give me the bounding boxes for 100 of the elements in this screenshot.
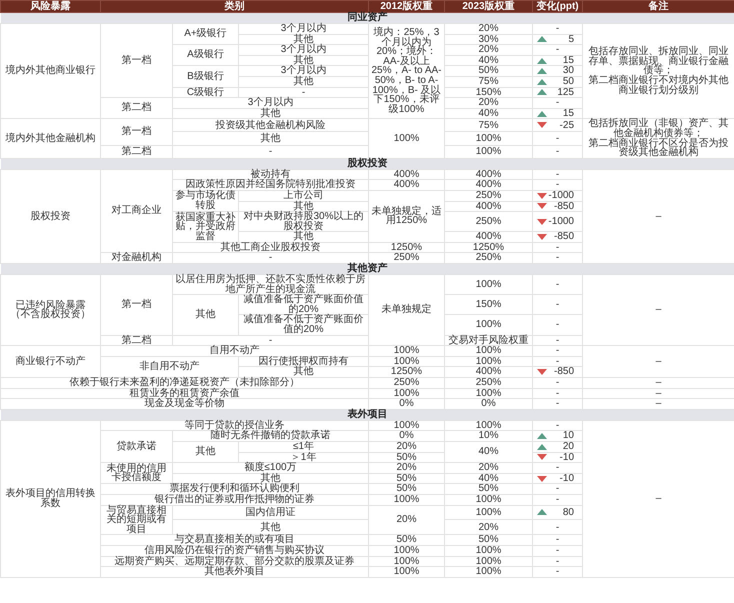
table-cell: 对工商企业 — [100, 169, 172, 253]
table-cell: 1250% — [368, 242, 444, 253]
table-cell: 表外项目的信用转换系数 — [0, 420, 100, 578]
table-cell: 自用不动产 — [100, 346, 368, 356]
change-value: -1000 — [548, 216, 574, 226]
table-cell: 100% — [368, 118, 444, 158]
table-cell: 20% — [444, 24, 532, 34]
cell-text: 第二档商业银行不区分是否为投资级其他金融机构 — [588, 138, 730, 158]
table-cell: - — [532, 169, 582, 180]
table-cell: 贷款承诺 — [100, 430, 172, 463]
table-cell: 150% — [444, 294, 532, 315]
table-cell: 100% — [368, 556, 444, 567]
table-cell: 境内外其他金融机构 — [0, 118, 100, 158]
table-cell: A级银行 — [172, 44, 238, 66]
table-cell: 因政策性原因并经国务院特别批准投资 — [172, 180, 368, 190]
table-cell: 非自用不动产 — [100, 356, 238, 378]
table-cell: 100% — [444, 314, 532, 336]
cell-text: 第二档商业银行不对境内外其他商业银行划分级别 — [588, 76, 730, 96]
table-cell: A+级银行 — [172, 24, 238, 45]
change-value: -10 — [560, 452, 574, 462]
table-cell: 减值准备不低于资产账面价值的20% — [238, 314, 368, 336]
column-header: 2012版权重 — [368, 0, 444, 12]
table-cell: 250% — [444, 212, 532, 232]
change-value: -10 — [560, 474, 574, 484]
table-cell: 其他 — [238, 55, 368, 66]
table-cell: 与贸易直接相关的短期或有项目 — [100, 505, 172, 535]
table-cell: 未单独规定 — [368, 274, 444, 346]
table-cell: 被动持有 — [172, 169, 368, 180]
section-title: 股权投资 — [0, 158, 734, 170]
section-title: 同业资产 — [0, 12, 734, 24]
change-value: 15 — [562, 108, 574, 118]
table-cell: 第二档 — [100, 98, 172, 119]
table-cell: - — [532, 274, 582, 295]
table-cell: 50% — [444, 534, 532, 546]
table-cell: 第一档 — [100, 24, 172, 98]
cell-text: （不含股权投资） — [10, 310, 92, 320]
table-cell: 票据发行便利和循环认购便利 — [100, 484, 368, 494]
table-cell: 20% — [444, 520, 532, 535]
table-cell: 400% — [444, 366, 532, 378]
table-cell: 其他 — [172, 132, 368, 146]
table-cell: 100% — [444, 346, 532, 356]
down-triangle-icon — [537, 121, 547, 130]
table-cell: 100% — [368, 566, 444, 578]
table-cell: 1250% — [444, 242, 532, 253]
up-triangle-icon — [537, 110, 547, 118]
table-cell: – — [582, 274, 734, 346]
table-cell: 与交易直接相关的或有项目 — [100, 534, 368, 546]
table-cell: 100% — [444, 356, 532, 367]
cell-text: 包括存放同业、拆放同业、同业存单、票据贴现、商业银行金融债等； — [588, 47, 730, 76]
section-title: 其他资产 — [0, 264, 734, 275]
table-cell: 40% — [444, 108, 532, 119]
table-cell: 20% — [444, 462, 532, 474]
table-cell: 40% — [444, 55, 532, 66]
column-header: 类别 — [100, 0, 368, 12]
table-cell: 100% — [444, 505, 532, 520]
table-cell: 其他 — [238, 232, 368, 242]
change-value: 30 — [562, 66, 574, 76]
table-cell: 50% — [368, 473, 444, 484]
table-cell: 100% — [368, 545, 444, 556]
table-cell: 75% — [444, 76, 532, 88]
change-value: 5 — [568, 34, 574, 44]
table-cell: 20% — [368, 505, 444, 535]
table-cell: 其他 — [238, 366, 368, 378]
table-cell: C级银行 — [172, 87, 238, 98]
table-cell: - — [532, 346, 582, 356]
table-cell: 境内：25%，3个月以内为20%；境外：AA-及以上25%，A- to AA-50%，B- to A-100%，B- 及以下150%，未评级100% — [368, 24, 444, 119]
table-cell: 20% — [444, 44, 532, 56]
table-cell: 因行使抵押权而持有 — [238, 356, 368, 367]
change-value: -25 — [560, 120, 574, 130]
change-value: -1000 — [548, 190, 574, 200]
table-cell: 100% — [444, 388, 532, 399]
table-cell: 50% — [444, 484, 532, 494]
table-cell: 其他 — [172, 520, 368, 535]
up-triangle-icon — [537, 35, 547, 44]
table-cell: 现金及现金等价物 — [0, 398, 368, 410]
table-cell: 依赖于银行未来盈利的净递延税资产（未扣除部分） — [0, 378, 368, 388]
table-cell: ＞1年 — [238, 452, 368, 463]
section-title: 表外项目 — [0, 409, 734, 420]
table-cell: 1250% — [368, 366, 444, 378]
table-cell: 50% — [368, 452, 444, 463]
change-value: 15 — [562, 56, 574, 66]
table-cell: 3个月以内 — [238, 66, 368, 76]
table-cell: 100% — [444, 566, 532, 578]
table-cell: 股权投资 — [0, 169, 100, 264]
change-value: -850 — [554, 232, 574, 242]
table-cell: 50% — [368, 534, 444, 546]
table-cell: 以居住用房为抵押、还款不实质性依赖于房地产所产生的现金流 — [172, 274, 368, 295]
table-cell: - — [532, 24, 582, 34]
table-cell: - — [532, 378, 582, 388]
table-cell: 250% — [444, 378, 532, 388]
table-cell: 3个月以内 — [238, 24, 368, 34]
table-cell: 100% — [368, 346, 444, 356]
table-cell: 100% — [368, 494, 444, 506]
table-cell: 400% — [444, 232, 532, 242]
table-cell: 100% — [444, 132, 532, 146]
change-value: 10 — [562, 431, 574, 441]
table-cell: 100% — [444, 274, 532, 295]
table-cell: 减值准备低于资产账面价值的20% — [238, 294, 368, 315]
table-cell: 境内外其他商业银行 — [0, 24, 100, 119]
table-cell: 250% — [444, 190, 532, 201]
